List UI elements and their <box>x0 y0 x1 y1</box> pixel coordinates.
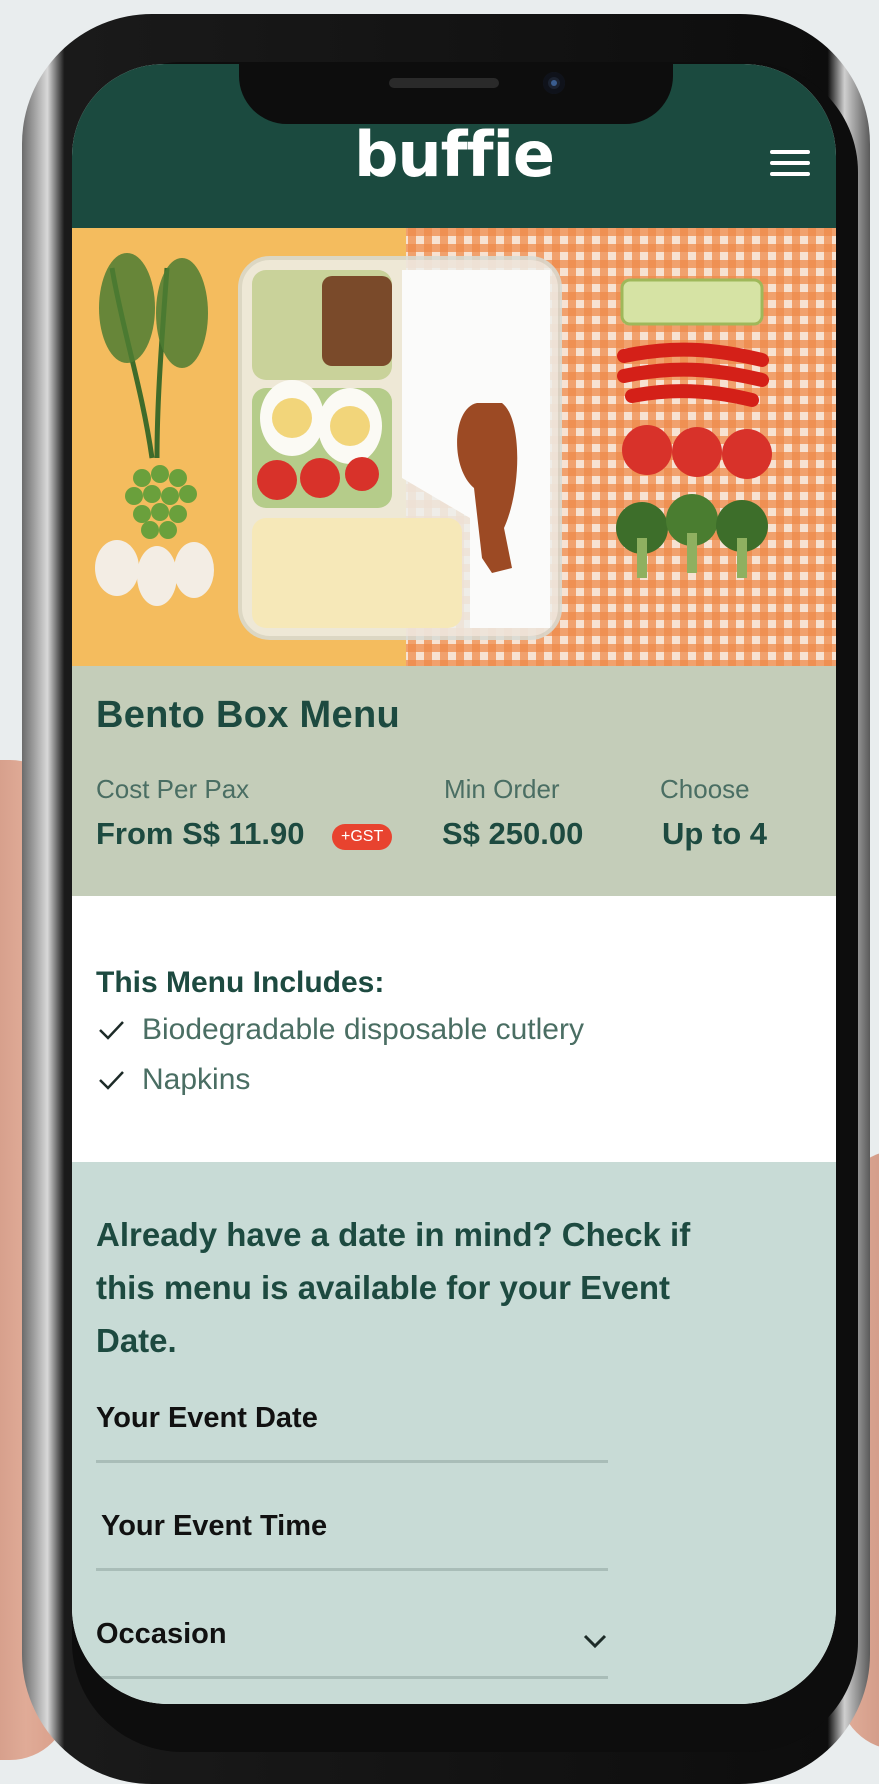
include-item-text: Napkins <box>142 1063 251 1096</box>
min-order-label: Min Order <box>444 774 560 804</box>
min-order-value: S$ 250.00 <box>442 816 584 851</box>
event-time-field[interactable]: Your Event Time <box>96 1510 608 1571</box>
occasion-select[interactable]: Occasion <box>96 1618 608 1679</box>
hamburger-menu-icon[interactable] <box>770 150 810 180</box>
phone-screen: buffie Bento Box Menu Cost Per Pax From … <box>72 64 836 1704</box>
choose-label: Choose <box>660 774 750 804</box>
front-camera <box>543 72 565 94</box>
bento-hero-image <box>72 228 836 666</box>
cost-per-pax-label: Cost Per Pax <box>96 774 250 804</box>
include-item: Biodegradable disposable cutlery <box>96 1010 584 1050</box>
include-item-text: Biodegradable disposable cutlery <box>142 1013 584 1046</box>
buffie-logo[interactable]: buffie <box>72 118 836 191</box>
checkmark-icon <box>99 1071 124 1090</box>
gst-badge: +GST <box>332 824 393 850</box>
event-date-label: Your Event Date <box>96 1402 318 1434</box>
includes-title: This Menu Includes: <box>96 966 385 999</box>
choose-value: Up to 4 <box>662 816 768 851</box>
menu-info-panel: Bento Box Menu Cost Per Pax From S$ 11.9… <box>72 666 836 896</box>
menu-includes-section: This Menu Includes: Biodegradable dispos… <box>72 896 836 1162</box>
availability-heading: Already have a date in mind? Check if th… <box>96 1216 691 1359</box>
bento-photo <box>72 228 836 666</box>
event-date-field[interactable]: Your Event Date <box>96 1402 608 1463</box>
checkmark-icon <box>99 1021 124 1040</box>
availability-check-section: Already have a date in mind? Check if th… <box>72 1162 836 1704</box>
event-time-label: Your Event Time <box>101 1510 328 1542</box>
include-item: Napkins <box>96 1060 250 1100</box>
menu-title: Bento Box Menu <box>96 694 400 736</box>
occasion-label: Occasion <box>96 1618 227 1650</box>
chevron-down-icon[interactable] <box>582 1632 608 1650</box>
phone-notch <box>239 62 673 124</box>
cost-per-pax-value: From S$ 11.90 <box>96 816 305 851</box>
speaker-grille <box>389 78 499 88</box>
